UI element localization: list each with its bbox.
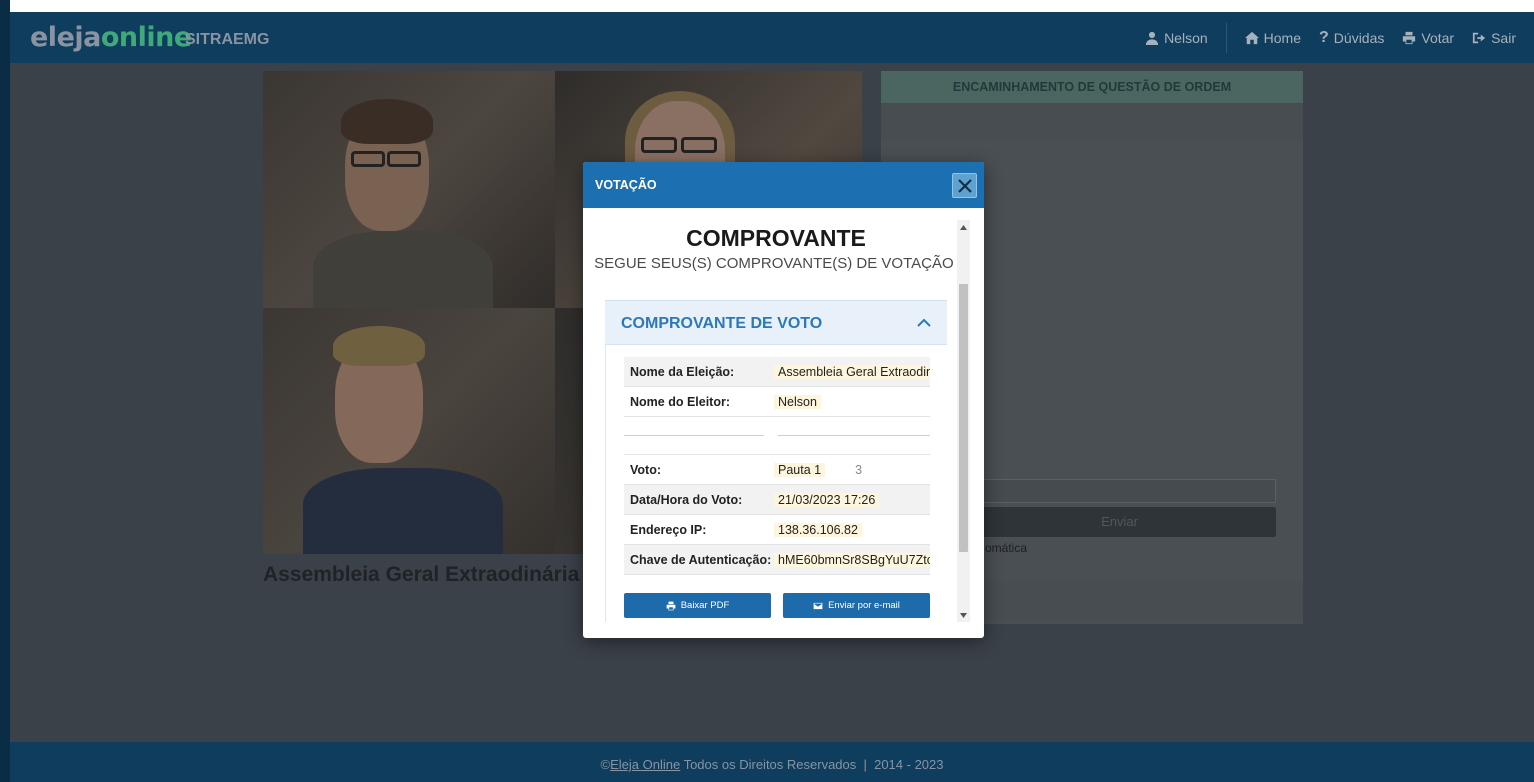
voter-name-value-cell: Nelson — [774, 394, 930, 409]
voter-name-label: Nome do Eleitor: — [630, 394, 731, 409]
nav-vote-label: Votar — [1421, 29, 1455, 46]
eleja-online-logo[interactable]: elejaonline — [30, 22, 192, 53]
vote-value-cell: Pauta 1 3 — [774, 462, 930, 477]
election-name-value: Assembleia Geral Extraodinária — [774, 364, 930, 379]
empty-cell-left — [624, 417, 774, 454]
question-panel-title: ENCAMINHAMENTO DE QUESTÃO DE ORDEM — [881, 71, 1303, 103]
window-top-edge — [0, 0, 1534, 12]
chevron-up-icon — [917, 316, 931, 330]
user-icon — [1145, 31, 1159, 45]
meeting-title: Assembleia Geral Extraodinária — [263, 563, 580, 586]
organization-name: SITRAEMG — [185, 31, 270, 48]
nav-home-label: Home — [1263, 29, 1302, 46]
auth-key-value: hME60bmnSr8SBgYuU7Ztc — [774, 552, 930, 567]
modal-scrollbar[interactable] — [957, 220, 970, 622]
sign-out-icon — [1472, 32, 1486, 43]
nav-home[interactable]: Home — [1244, 29, 1302, 46]
modal-scroll-content[interactable]: COMPROVANTE SEGUE SEUS(S) COMPROVANTE(S)… — [583, 208, 953, 622]
vote-label: Voto: — [630, 462, 662, 477]
modal-header: VOTAÇÃO — [583, 162, 984, 208]
app-header: elejaonline SITRAEMG Nelson Home ? Dúvid… — [10, 12, 1534, 63]
printer-icon — [666, 601, 676, 610]
vote-receipt-table: Nome da Eleição: Assembleia Geral Extrao… — [624, 357, 930, 575]
receipt-actions: Baixar PDF Enviar por e-mail — [624, 593, 930, 618]
scroll-up-arrow-icon[interactable] — [957, 220, 970, 234]
table-row-empty — [624, 417, 930, 455]
table-row-ip: Endereço IP: 138.36.106.82 — [624, 515, 930, 545]
election-name-value-cell: Assembleia Geral Extraodinária — [774, 364, 930, 379]
question-panel-note: omática — [985, 541, 1028, 555]
auth-key-value-cell: hME60bmnSr8SBgYuU7Ztc — [774, 552, 930, 567]
printer-icon — [1403, 31, 1416, 44]
receipt-heading: COMPROVANTE — [686, 225, 866, 251]
nav-divider — [1225, 22, 1227, 53]
modal-title: VOTAÇÃO — [595, 178, 657, 192]
modal-close-button[interactable] — [952, 173, 977, 198]
scroll-down-arrow-icon[interactable] — [957, 608, 970, 622]
nav-user-label: Nelson — [1164, 29, 1208, 46]
ip-address-label: Endereço IP: — [630, 522, 707, 537]
envelope-icon — [813, 602, 823, 609]
home-icon — [1244, 31, 1259, 44]
nav-logout-label: Sair — [1491, 29, 1516, 46]
vote-datetime-label: Data/Hora do Voto: — [630, 492, 743, 507]
question-icon: ? — [1319, 28, 1329, 46]
nav-logout[interactable]: Sair — [1472, 30, 1516, 46]
logo-text-eleja: eleja — [30, 22, 101, 53]
receipt-subheading: SEGUE SEUS(S) COMPROVANTE(S) DE VOTAÇÃO. — [594, 255, 953, 272]
send-question-button[interactable]: Enviar — [963, 507, 1276, 537]
video-tile-participant-3[interactable] — [263, 308, 555, 554]
ip-address-value: 138.36.106.82 — [774, 522, 862, 537]
vote-datetime-value-cell: 21/03/2023 17:26 — [774, 492, 930, 507]
question-panel-subheader — [881, 103, 1303, 141]
empty-cell-right — [774, 417, 930, 454]
vote-receipt-accordion-header[interactable]: COMPROVANTE DE VOTO — [605, 300, 947, 345]
logo-text-online: online — [100, 22, 192, 53]
nav-help-label: Dúvidas — [1333, 29, 1385, 46]
copyright-symbol: © — [600, 757, 611, 772]
table-row-vote: Voto: Pauta 1 3 — [624, 455, 930, 485]
voter-name-value: Nelson — [774, 394, 821, 409]
modal-body: COMPROVANTE SEGUE SEUS(S) COMPROVANTE(S)… — [583, 208, 984, 638]
send-email-label: Enviar por e-mail — [828, 600, 900, 611]
auth-key-label: Chave de Autenticação: — [630, 552, 772, 567]
app-footer: ©Eleja Online Todos os Direitos Reservad… — [10, 742, 1534, 782]
voting-modal: VOTAÇÃO COMPROVANTE SEGUE SEUS(S) COMPRO… — [583, 162, 984, 638]
table-row-voter: Nome do Eleitor: Nelson — [624, 387, 930, 417]
window-left-edge — [0, 0, 10, 782]
nav-vote[interactable]: Votar — [1402, 30, 1454, 46]
download-pdf-button[interactable]: Baixar PDF — [624, 593, 771, 618]
nav-user[interactable]: Nelson — [1145, 30, 1208, 46]
top-nav: Nelson Home ? Dúvidas Votar Sair — [1145, 12, 1534, 63]
vote-option-number: 3 — [855, 462, 863, 477]
table-row-auth-key: Chave de Autenticação: hME60bmnSr8SBgYuU… — [624, 545, 930, 575]
vote-datetime-value: 21/03/2023 17:26 — [774, 492, 880, 507]
footer-rights: Todos os Direitos Reservados | 2014 - 20… — [680, 757, 944, 772]
footer-brand-link[interactable]: Eleja Online — [610, 757, 680, 772]
accordion-label: COMPROVANTE DE VOTO — [621, 315, 823, 332]
scrollbar-thumb[interactable] — [959, 284, 968, 552]
send-email-button[interactable]: Enviar por e-mail — [783, 593, 930, 618]
election-name-label: Nome da Eleição: — [630, 364, 735, 379]
question-input[interactable] — [963, 479, 1276, 503]
table-row-datetime: Data/Hora do Voto: 21/03/2023 17:26 — [624, 485, 930, 515]
vote-receipt-accordion-body: Nome da Eleição: Assembleia Geral Extrao… — [605, 345, 947, 622]
nav-help[interactable]: ? Dúvidas — [1319, 29, 1384, 47]
table-row-election: Nome da Eleição: Assembleia Geral Extrao… — [624, 357, 930, 387]
video-tile-participant-1[interactable] — [263, 71, 555, 308]
download-pdf-label: Baixar PDF — [680, 600, 730, 611]
close-icon — [957, 178, 972, 193]
vote-value: Pauta 1 — [774, 462, 826, 477]
ip-address-value-cell: 138.36.106.82 — [774, 522, 930, 537]
